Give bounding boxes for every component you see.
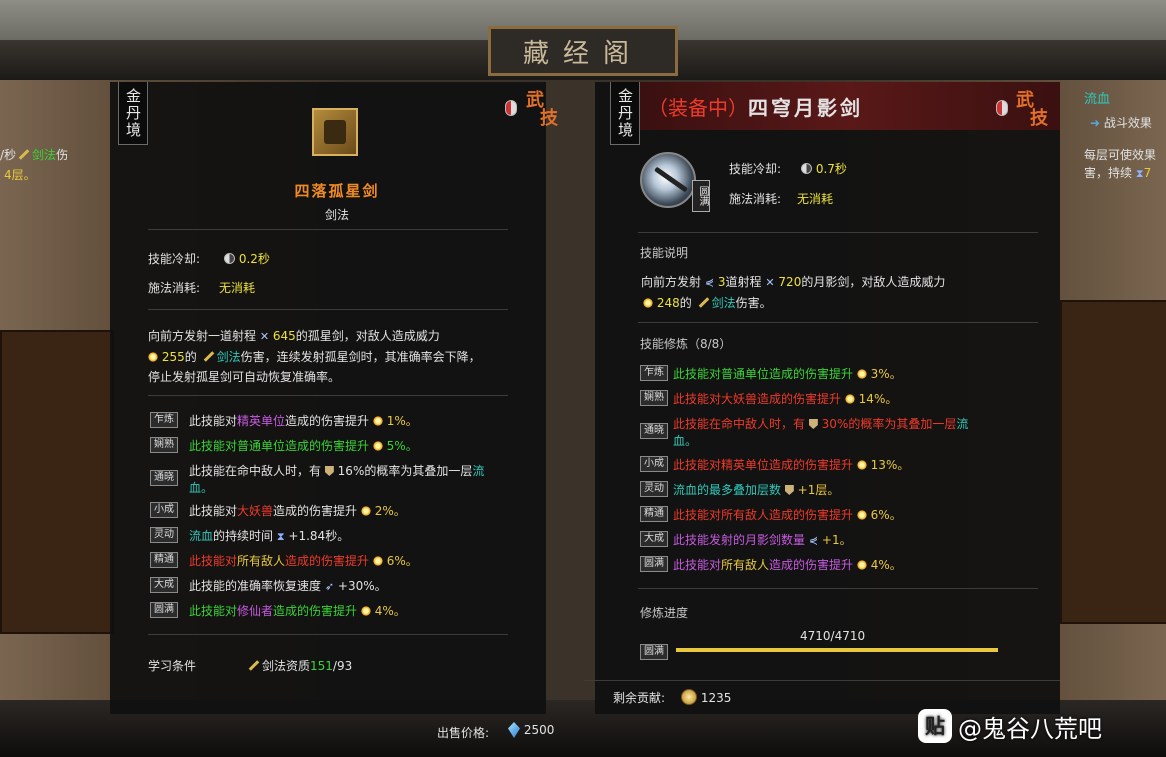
refine-line-cont: 血。	[189, 481, 214, 495]
divider	[148, 634, 508, 635]
gem-icon	[508, 722, 520, 738]
refine-line: 此技能对修仙者造成的伤害提升 4%。	[189, 604, 406, 618]
refine-line: 此技能对精英单位造成的伤害提升 13%。	[673, 458, 910, 472]
remain-value: 1235	[681, 689, 731, 705]
refine-tag: 通晓	[150, 470, 178, 486]
bookshelf-right	[1060, 300, 1166, 624]
watermark-text: @鬼谷八荒吧	[958, 714, 1102, 743]
refine-tag: 精通	[640, 506, 668, 522]
coin-icon	[681, 689, 697, 705]
equipped-badge: （装备中）	[648, 96, 748, 120]
realm-badge-left: 金丹境	[118, 82, 148, 145]
refine-line: 流血的最多叠加层数 +1层。	[673, 483, 840, 497]
refine-tag: 灵动	[640, 481, 668, 497]
refine-line: 此技能对精英单位造成的伤害提升 1%。	[189, 414, 418, 428]
refine-tag: 通晓	[640, 423, 668, 439]
cost-value-right: 无消耗	[797, 192, 834, 206]
desc-line3-left: 停止发射孤星剑可自动恢复准确率。	[148, 370, 341, 384]
refine-tag: 乍炼	[150, 412, 178, 428]
refine-line: 此技能对大妖兽造成的伤害提升 2%。	[189, 504, 406, 518]
progress-bar	[676, 648, 998, 652]
refine-line-cont: 血。	[673, 434, 698, 448]
skill-title-right: （装备中）四穹月影剑	[648, 92, 863, 121]
side-right-line2: 害，持续 ⧗7	[1084, 166, 1152, 180]
divider	[148, 395, 508, 396]
realm-badge-right: 金丹境	[610, 82, 640, 145]
bookshelf-left	[0, 330, 114, 634]
learn-requirement: 剑法资质151/93	[246, 657, 352, 674]
refine-title-right: 技能修炼（8/8）	[640, 337, 732, 351]
mastery-tag: 圆满	[692, 180, 710, 212]
divider	[638, 588, 1038, 589]
skill-panel-left	[110, 82, 546, 714]
side-right-sub: ➜ 战斗效果	[1090, 116, 1152, 130]
skill-book-icon	[312, 108, 358, 156]
side-left-line1: /秒 剑法伤	[0, 148, 69, 162]
hall-title: 藏经阁	[522, 38, 643, 69]
watermark: 贴 @鬼谷八荒吧	[918, 706, 1102, 746]
sale-label: 出售价格:	[437, 726, 490, 740]
refine-tag: 娴熟	[640, 390, 668, 406]
mouse-icon	[996, 100, 1008, 116]
cooldown-label-right: 技能冷却:	[729, 162, 782, 176]
hall-plaque: 藏经阁	[488, 26, 678, 76]
learn-label: 学习条件	[148, 659, 197, 673]
desc-line1-left: 向前方发射一道射程 ✕ 645的孤星剑，对敌人造成威力	[148, 329, 440, 343]
divider	[584, 680, 1060, 681]
remain-label: 剩余贡献:	[613, 691, 666, 705]
refine-line: 此技能发射的月影剑数量 ⋞ +1。	[673, 533, 852, 547]
desc-line2-left: 255的 剑法伤害，连续发射孤星剑时，其准确率会下降，	[148, 348, 481, 365]
divider	[148, 229, 508, 230]
side-right-title: 流血	[1084, 92, 1111, 107]
refine-tag: 灵动	[150, 527, 178, 543]
side-left-line2: 4层。	[4, 168, 36, 182]
skill-name-left: 四落孤星剑	[294, 182, 380, 200]
refine-tag: 大成	[640, 531, 668, 547]
divider	[148, 309, 508, 310]
cost-label-right: 施法消耗:	[729, 192, 782, 206]
cooldown-value-right: 0.7秒	[801, 160, 847, 177]
progress-fill	[676, 648, 998, 652]
kind-badge-right: 武技	[1016, 90, 1048, 129]
desc-line1-right: 向前方发射 ⋞ 3道射程 ✕ 720的月影剑，对敌人造成威力	[641, 275, 946, 289]
refine-line: 此技能在命中敌人时，有 30%的概率为其叠加一层流	[673, 417, 969, 431]
cost-value-left: 无消耗	[219, 281, 256, 295]
progress-text: 4710/4710	[800, 629, 866, 643]
refine-line: 此技能对大妖兽造成的伤害提升 14%。	[673, 392, 898, 406]
refine-tag: 小成	[150, 502, 178, 518]
refine-line: 此技能对所有敌人造成的伤害提升 6%。	[189, 554, 418, 568]
side-right-line1: 每层可使效果	[1084, 148, 1157, 162]
sale-value: 2500	[508, 722, 554, 738]
cost-label-left: 施法消耗:	[148, 281, 201, 295]
refine-line: 此技能对所有敌人造成的伤害提升 6%。	[673, 508, 902, 522]
progress-title: 修炼进度	[640, 606, 689, 620]
refine-tag: 娴熟	[150, 437, 178, 453]
refine-line: 此技能对普通单位造成的伤害提升 3%。	[673, 367, 902, 381]
cooldown-label-left: 技能冷却:	[148, 252, 201, 266]
desc-line2-right: 248的 剑法伤害。	[643, 294, 772, 311]
tieba-logo-icon: 贴	[918, 709, 952, 743]
refine-tag: 圆满	[640, 556, 668, 572]
refine-tag: 小成	[640, 456, 668, 472]
refine-line: 此技能对普通单位造成的伤害提升 5%。	[189, 439, 418, 453]
refine-line: 此技能对所有敌人造成的伤害提升 4%。	[673, 558, 902, 572]
desc-title-right: 技能说明	[640, 246, 689, 260]
kind-badge-left: 武技	[526, 90, 558, 129]
refine-tag: 圆满	[150, 602, 178, 618]
refine-tag: 乍炼	[640, 365, 668, 381]
divider	[638, 232, 1038, 233]
progress-tag: 圆满	[640, 644, 668, 660]
refine-tag: 大成	[150, 577, 178, 593]
refine-tag: 精通	[150, 552, 178, 568]
refine-line: 此技能的准确率恢复速度 ➶ +30%。	[189, 579, 387, 593]
divider	[638, 322, 1038, 323]
skill-type-left: 剑法	[324, 208, 349, 222]
refine-line: 流血的持续时间 ⧗ +1.84秒。	[189, 529, 350, 543]
cooldown-value-left: 0.2秒	[224, 250, 270, 267]
mouse-icon	[505, 100, 517, 116]
skill-name-right: 四穹月影剑	[748, 96, 863, 120]
refine-line: 此技能在命中敌人时，有 16%的概率为其叠加一层流	[189, 464, 485, 478]
